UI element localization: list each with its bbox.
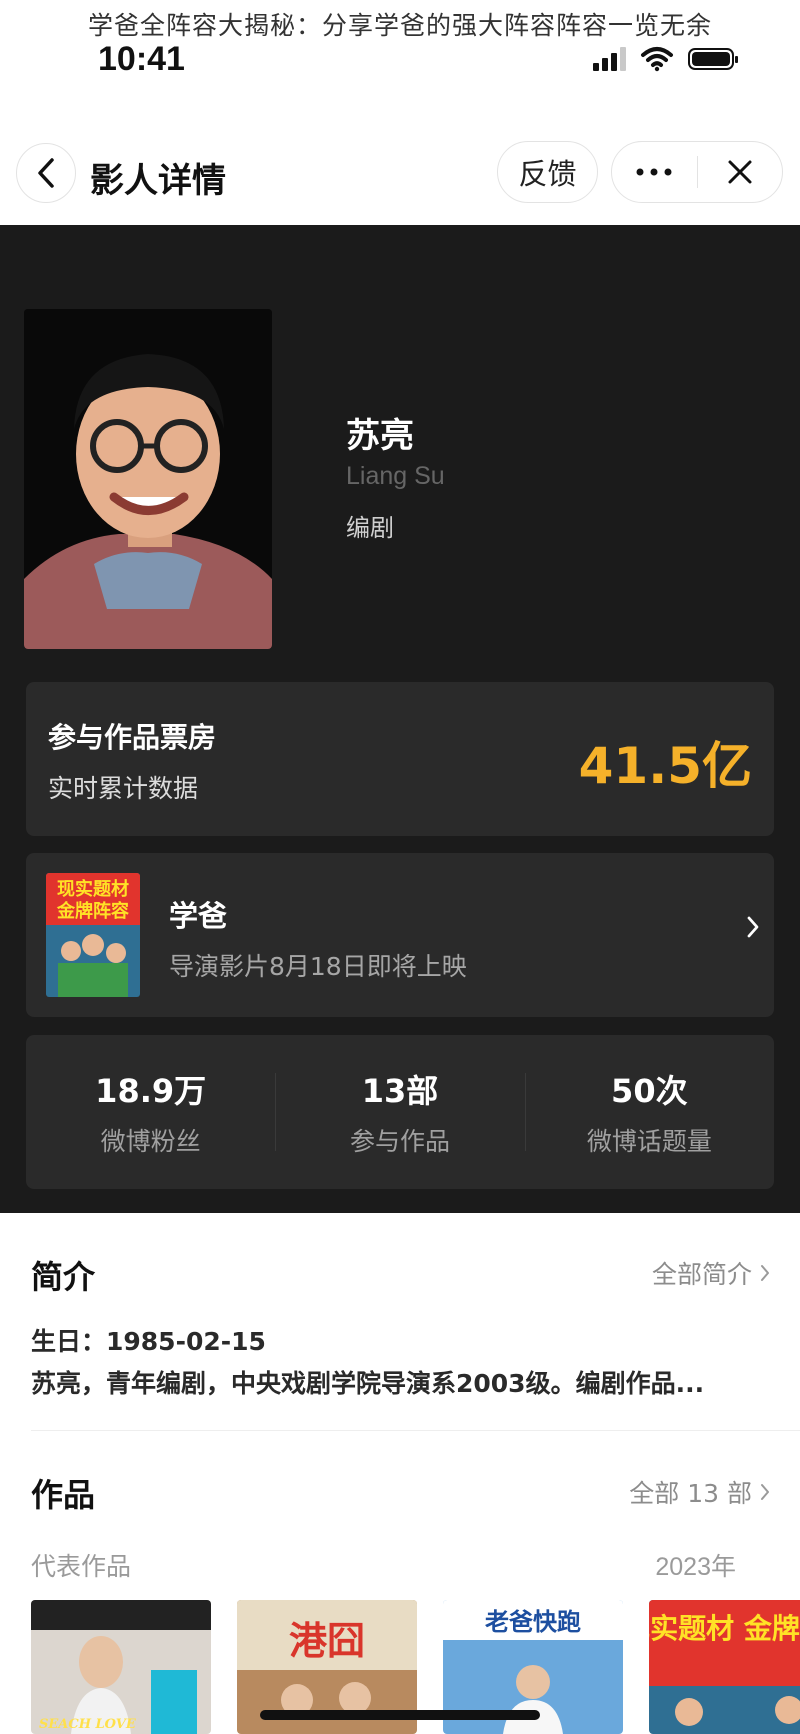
person-role: 编剧 bbox=[346, 514, 394, 542]
featured-film-card[interactable]: 现实题材 金牌阵容 学爸 导演影片8月18日即将上映 bbox=[26, 853, 774, 1017]
box-office-value: 41.5亿 bbox=[578, 737, 752, 795]
nav-bar: 影人详情 反馈 bbox=[0, 125, 800, 221]
poster-title: 港囧 bbox=[289, 1619, 365, 1663]
section-divider bbox=[31, 1430, 800, 1431]
person-english-name: Liang Su bbox=[346, 462, 445, 490]
intro-link-label: 全部简介 bbox=[651, 1260, 752, 1289]
works-section-title: 作品 bbox=[31, 1476, 96, 1514]
representative-works-year: 2023年 bbox=[655, 1553, 736, 1581]
featured-film-subtitle: 导演影片8月18日即将上映 bbox=[169, 952, 467, 981]
chevron-right-icon bbox=[747, 916, 759, 938]
poster-title: 老爸快跑 bbox=[485, 1608, 581, 1636]
status-time: 10:41 bbox=[98, 40, 185, 78]
back-button[interactable] bbox=[16, 143, 76, 203]
chevron-left-icon bbox=[38, 158, 54, 188]
status-bar: 10:41 bbox=[0, 38, 800, 84]
stats-card: 18.9万 微博粉丝 13部 参与作品 50次 微博话题量 bbox=[26, 1035, 774, 1189]
works-view-all-link[interactable]: 全部 13 部 bbox=[629, 1474, 770, 1510]
poster-text-line1: 现实题材 bbox=[57, 878, 129, 900]
profile-header: 苏亮 Liang Su 编剧 参与作品票房 实时累计数据 41.5亿 现实题材 … bbox=[0, 225, 800, 1213]
birthday: 生日：1985-02-15 bbox=[31, 1327, 266, 1356]
stat-weibo-topics[interactable]: 50次 微博话题量 bbox=[524, 1035, 774, 1189]
cellular-signal-icon bbox=[593, 47, 626, 71]
poster-text-line2: 金牌阵容 bbox=[56, 900, 129, 922]
wifi-icon bbox=[641, 47, 673, 72]
representative-works-label: 代表作品 bbox=[31, 1552, 132, 1581]
stat-value: 13部 bbox=[361, 1072, 439, 1110]
home-indicator[interactable] bbox=[260, 1710, 540, 1720]
stat-label: 参与作品 bbox=[349, 1127, 450, 1156]
person-portrait bbox=[24, 309, 272, 649]
poster-title: SEACH LOVE bbox=[39, 1717, 137, 1732]
stat-works[interactable]: 13部 参与作品 bbox=[275, 1035, 524, 1189]
image-caption: 学爸全阵容大揭秘：分享学爸的强大阵容阵容一览无余 bbox=[87, 11, 712, 40]
intro-section-title: 简介 bbox=[31, 1258, 96, 1296]
stat-label: 微博话题量 bbox=[586, 1127, 712, 1156]
works-link-label: 全部 13 部 bbox=[629, 1479, 752, 1508]
feedback-button[interactable]: 反馈 bbox=[497, 141, 598, 203]
stat-weibo-fans[interactable]: 18.9万 微博粉丝 bbox=[26, 1035, 275, 1189]
featured-film-title: 学爸 bbox=[169, 899, 228, 933]
box-office-title: 参与作品票房 bbox=[48, 721, 217, 754]
work-poster[interactable]: SEACH LOVE bbox=[31, 1600, 211, 1734]
poster-title: 现实题材 金牌阵容 bbox=[649, 1612, 800, 1645]
featured-film-poster: 现实题材 金牌阵容 bbox=[46, 873, 140, 997]
stat-value: 18.9万 bbox=[95, 1072, 207, 1110]
more-dots-icon bbox=[636, 168, 672, 176]
box-office-card[interactable]: 参与作品票房 实时累计数据 41.5亿 bbox=[26, 682, 774, 836]
biography: 苏亮，青年编剧，中央戏剧学院导演系2003级。编剧作品... bbox=[31, 1369, 705, 1398]
close-icon bbox=[728, 160, 752, 184]
person-name: 苏亮 bbox=[346, 416, 414, 456]
intro-view-all-link[interactable]: 全部简介 bbox=[652, 1255, 770, 1291]
work-poster[interactable]: 现实题材 金牌阵容 bbox=[649, 1600, 800, 1734]
mini-program-capsule bbox=[611, 141, 783, 203]
status-icons bbox=[593, 46, 738, 72]
chevron-right-icon bbox=[761, 1265, 769, 1281]
battery-icon bbox=[688, 48, 738, 70]
chevron-right-icon bbox=[761, 1484, 769, 1500]
page-title: 影人详情 bbox=[90, 161, 226, 201]
stat-value: 50次 bbox=[611, 1072, 688, 1110]
box-office-subtitle: 实时累计数据 bbox=[48, 774, 199, 803]
stat-label: 微博粉丝 bbox=[100, 1127, 201, 1156]
close-button[interactable] bbox=[698, 142, 783, 202]
more-button[interactable] bbox=[612, 142, 697, 202]
